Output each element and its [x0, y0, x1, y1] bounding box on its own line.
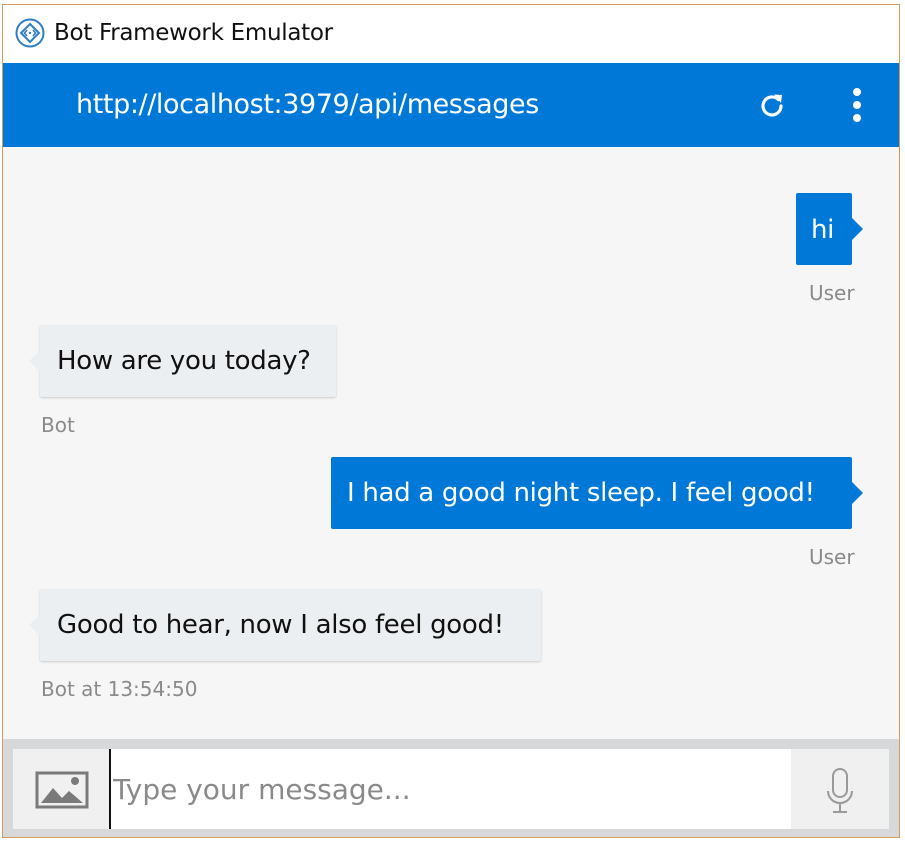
conversation-header: http://localhost:3979/api/messages	[3, 63, 899, 147]
more-vertical-icon[interactable]	[843, 85, 871, 125]
composer	[13, 749, 889, 829]
refresh-icon[interactable]	[755, 89, 789, 123]
message-bubble-user: hi	[796, 193, 863, 265]
message-text: I had a good night sleep. I feel good!	[347, 478, 815, 508]
microphone-icon[interactable]	[825, 767, 855, 815]
bot-emulator-logo-icon	[15, 18, 45, 48]
message-meta: Bot	[41, 413, 75, 437]
app-window: Bot Framework Emulator http://localhost:…	[2, 4, 900, 838]
chat-history[interactable]: hi User How are you today? Bot I had a g…	[3, 147, 899, 739]
endpoint-url[interactable]: http://localhost:3979/api/messages	[76, 89, 539, 120]
message-meta: User	[809, 281, 855, 305]
message-text: How are you today?	[57, 346, 311, 376]
message-meta: Bot at 13:54:50	[41, 677, 198, 701]
message-meta: User	[809, 545, 855, 569]
title-bar: Bot Framework Emulator	[3, 5, 899, 63]
message-bubble-user: I had a good night sleep. I feel good!	[331, 457, 863, 529]
message-text: hi	[811, 215, 835, 245]
message-input[interactable]	[109, 749, 791, 829]
image-upload-icon[interactable]	[35, 771, 89, 809]
message-bubble-bot: How are you today?	[29, 325, 336, 397]
message-text: Good to hear, now I also feel good!	[57, 610, 504, 640]
message-bubble-bot: Good to hear, now I also feel good!	[29, 589, 541, 661]
window-title: Bot Framework Emulator	[54, 20, 333, 46]
composer-bar	[3, 739, 899, 837]
